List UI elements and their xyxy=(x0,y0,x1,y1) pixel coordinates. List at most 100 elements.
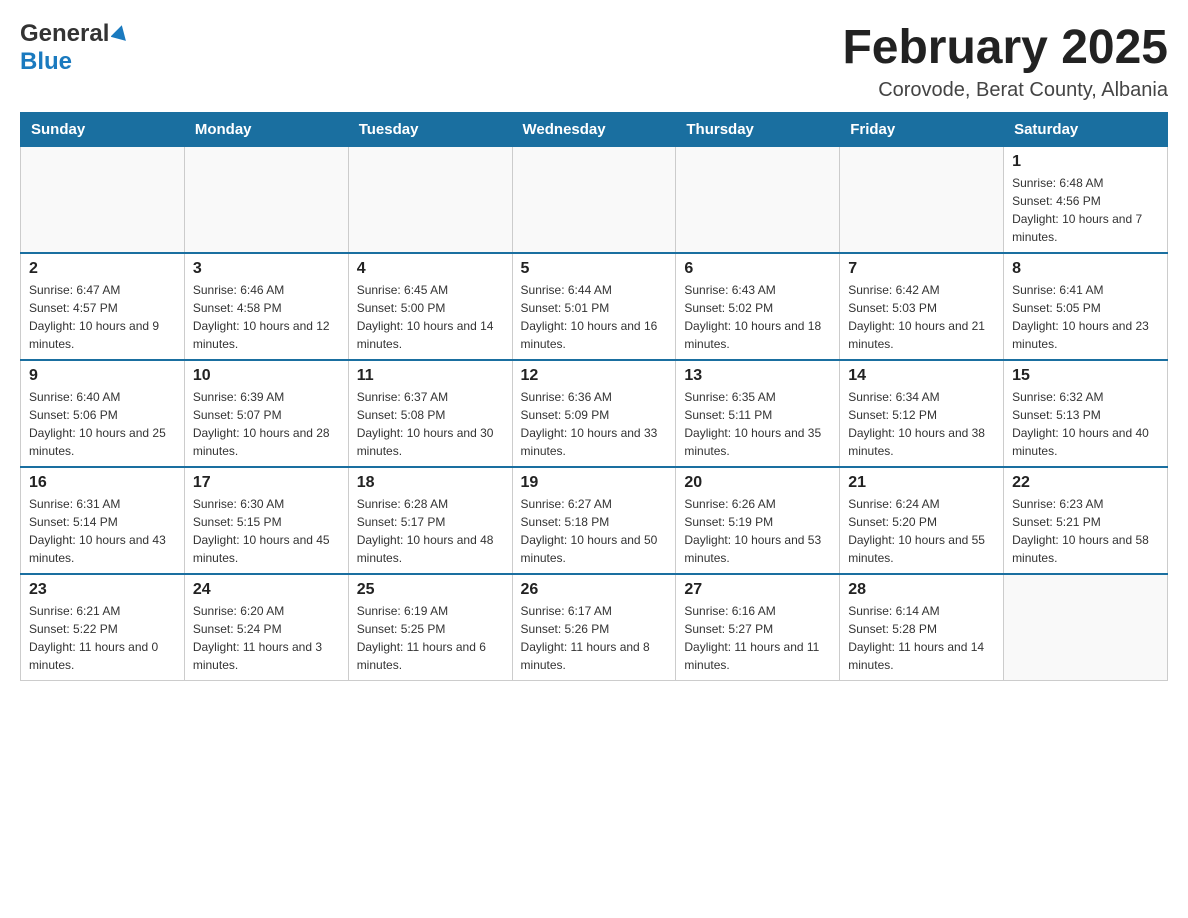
day-cell-w0-d5 xyxy=(840,147,1004,254)
day-number: 18 xyxy=(357,474,504,492)
week-row-5: 23 Sunrise: 6:21 AMSunset: 5:22 PMDayligh… xyxy=(21,574,1168,681)
day-info: Sunrise: 6:19 AMSunset: 5:25 PMDaylight:… xyxy=(357,602,504,674)
page-header: General Blue February 2025 Corovode, Ber… xyxy=(20,20,1168,102)
day-info: Sunrise: 6:47 AMSunset: 4:57 PMDaylight:… xyxy=(29,281,176,353)
day-number: 14 xyxy=(848,367,995,385)
day-cell-w0-d6: 1Sunrise: 6:48 AMSunset: 4:56 PMDaylight… xyxy=(1004,147,1168,254)
day-cell-w2-d4: 13 Sunrise: 6:35 AMSunset: 5:11 PMDayligh… xyxy=(676,360,840,467)
day-number: 21 xyxy=(848,474,995,492)
day-info: Sunrise: 6:36 AMSunset: 5:09 PMDaylight:… xyxy=(521,388,668,460)
day-cell-w3-d0: 16 Sunrise: 6:31 AMSunset: 5:14 PMDayligh… xyxy=(21,467,185,574)
day-cell-w2-d0: 9 Sunrise: 6:40 AMSunset: 5:06 PMDaylight… xyxy=(21,360,185,467)
title-section: February 2025 Corovode, Berat County, Al… xyxy=(842,20,1168,102)
day-cell-w1-d5: 7 Sunrise: 6:42 AMSunset: 5:03 PMDaylight… xyxy=(840,253,1004,360)
day-info: Sunrise: 6:43 AMSunset: 5:02 PMDaylight:… xyxy=(684,281,831,353)
day-info: Sunrise: 6:26 AMSunset: 5:19 PMDaylight:… xyxy=(684,495,831,567)
day-info: Sunrise: 6:31 AMSunset: 5:14 PMDaylight:… xyxy=(29,495,176,567)
header-wednesday: Wednesday xyxy=(512,113,676,147)
day-cell-w1-d2: 4 Sunrise: 6:45 AMSunset: 5:00 PMDaylight… xyxy=(348,253,512,360)
day-number: 6 xyxy=(684,260,831,278)
day-number: 27 xyxy=(684,581,831,599)
logo: General Blue xyxy=(20,20,129,76)
day-info: Sunrise: 6:23 AMSunset: 5:21 PMDaylight:… xyxy=(1012,495,1159,567)
day-cell-w3-d3: 19 Sunrise: 6:27 AMSunset: 5:18 PMDayligh… xyxy=(512,467,676,574)
header-thursday: Thursday xyxy=(676,113,840,147)
logo-blue-text: Blue xyxy=(20,48,72,75)
day-number: 8 xyxy=(1012,260,1159,278)
day-cell-w3-d2: 18 Sunrise: 6:28 AMSunset: 5:17 PMDayligh… xyxy=(348,467,512,574)
day-info: Sunrise: 6:20 AMSunset: 5:24 PMDaylight:… xyxy=(193,602,340,674)
day-info: Sunrise: 6:41 AMSunset: 5:05 PMDaylight:… xyxy=(1012,281,1159,353)
day-number: 12 xyxy=(521,367,668,385)
day-cell-w4-d2: 25Sunrise: 6:19 AMSunset: 5:25 PMDayligh… xyxy=(348,574,512,681)
week-row-3: 9 Sunrise: 6:40 AMSunset: 5:06 PMDaylight… xyxy=(21,360,1168,467)
day-cell-w0-d2 xyxy=(348,147,512,254)
day-info: Sunrise: 6:46 AMSunset: 4:58 PMDaylight:… xyxy=(193,281,340,353)
day-cell-w3-d1: 17 Sunrise: 6:30 AMSunset: 5:15 PMDayligh… xyxy=(184,467,348,574)
day-number: 15 xyxy=(1012,367,1159,385)
day-number: 7 xyxy=(848,260,995,278)
header-monday: Monday xyxy=(184,113,348,147)
day-cell-w3-d6: 22 Sunrise: 6:23 AMSunset: 5:21 PMDayligh… xyxy=(1004,467,1168,574)
week-row-4: 16 Sunrise: 6:31 AMSunset: 5:14 PMDayligh… xyxy=(21,467,1168,574)
day-cell-w1-d6: 8 Sunrise: 6:41 AMSunset: 5:05 PMDaylight… xyxy=(1004,253,1168,360)
day-cell-w2-d2: 11Sunrise: 6:37 AMSunset: 5:08 PMDayligh… xyxy=(348,360,512,467)
calendar-table: SundayMondayTuesdayWednesdayThursdayFrid… xyxy=(20,112,1168,681)
day-info: Sunrise: 6:42 AMSunset: 5:03 PMDaylight:… xyxy=(848,281,995,353)
day-number: 23 xyxy=(29,581,176,599)
header-tuesday: Tuesday xyxy=(348,113,512,147)
day-cell-w3-d4: 20 Sunrise: 6:26 AMSunset: 5:19 PMDayligh… xyxy=(676,467,840,574)
day-info: Sunrise: 6:27 AMSunset: 5:18 PMDaylight:… xyxy=(521,495,668,567)
day-number: 3 xyxy=(193,260,340,278)
day-number: 1 xyxy=(1012,153,1159,171)
day-number: 17 xyxy=(193,474,340,492)
day-info: Sunrise: 6:40 AMSunset: 5:06 PMDaylight:… xyxy=(29,388,176,460)
weekday-header-row: SundayMondayTuesdayWednesdayThursdayFrid… xyxy=(21,113,1168,147)
day-info: Sunrise: 6:35 AMSunset: 5:11 PMDaylight:… xyxy=(684,388,831,460)
day-cell-w2-d6: 15 Sunrise: 6:32 AMSunset: 5:13 PMDayligh… xyxy=(1004,360,1168,467)
day-info: Sunrise: 6:30 AMSunset: 5:15 PMDaylight:… xyxy=(193,495,340,567)
day-number: 2 xyxy=(29,260,176,278)
day-info: Sunrise: 6:24 AMSunset: 5:20 PMDaylight:… xyxy=(848,495,995,567)
day-cell-w4-d6 xyxy=(1004,574,1168,681)
day-cell-w2-d3: 12 Sunrise: 6:36 AMSunset: 5:09 PMDayligh… xyxy=(512,360,676,467)
header-saturday: Saturday xyxy=(1004,113,1168,147)
day-info: Sunrise: 6:34 AMSunset: 5:12 PMDaylight:… xyxy=(848,388,995,460)
day-number: 9 xyxy=(29,367,176,385)
week-row-1: 1Sunrise: 6:48 AMSunset: 4:56 PMDaylight… xyxy=(21,147,1168,254)
day-cell-w1-d0: 2 Sunrise: 6:47 AMSunset: 4:57 PMDaylight… xyxy=(21,253,185,360)
day-cell-w0-d0 xyxy=(21,147,185,254)
day-cell-w2-d5: 14 Sunrise: 6:34 AMSunset: 5:12 PMDayligh… xyxy=(840,360,1004,467)
header-friday: Friday xyxy=(840,113,1004,147)
day-number: 22 xyxy=(1012,474,1159,492)
day-number: 20 xyxy=(684,474,831,492)
day-number: 16 xyxy=(29,474,176,492)
day-info: Sunrise: 6:14 AMSunset: 5:28 PMDaylight:… xyxy=(848,602,995,674)
day-info: Sunrise: 6:32 AMSunset: 5:13 PMDaylight:… xyxy=(1012,388,1159,460)
day-number: 24 xyxy=(193,581,340,599)
day-cell-w0-d3 xyxy=(512,147,676,254)
day-cell-w4-d4: 27 Sunrise: 6:16 AMSunset: 5:27 PMDayligh… xyxy=(676,574,840,681)
day-number: 13 xyxy=(684,367,831,385)
day-number: 4 xyxy=(357,260,504,278)
day-number: 26 xyxy=(521,581,668,599)
day-info: Sunrise: 6:44 AMSunset: 5:01 PMDaylight:… xyxy=(521,281,668,353)
day-number: 28 xyxy=(848,581,995,599)
day-info: Sunrise: 6:21 AMSunset: 5:22 PMDaylight:… xyxy=(29,602,176,674)
day-info: Sunrise: 6:28 AMSunset: 5:17 PMDaylight:… xyxy=(357,495,504,567)
day-cell-w4-d0: 23 Sunrise: 6:21 AMSunset: 5:22 PMDayligh… xyxy=(21,574,185,681)
day-number: 5 xyxy=(521,260,668,278)
month-title: February 2025 xyxy=(842,20,1168,75)
day-number: 19 xyxy=(521,474,668,492)
day-cell-w1-d1: 3 Sunrise: 6:46 AMSunset: 4:58 PMDaylight… xyxy=(184,253,348,360)
header-sunday: Sunday xyxy=(21,113,185,147)
week-row-2: 2 Sunrise: 6:47 AMSunset: 4:57 PMDaylight… xyxy=(21,253,1168,360)
day-number: 10 xyxy=(193,367,340,385)
logo-triangle-icon xyxy=(111,23,129,46)
day-number: 11 xyxy=(357,367,504,385)
day-cell-w1-d3: 5 Sunrise: 6:44 AMSunset: 5:01 PMDaylight… xyxy=(512,253,676,360)
day-cell-w4-d5: 28 Sunrise: 6:14 AMSunset: 5:28 PMDayligh… xyxy=(840,574,1004,681)
day-info: Sunrise: 6:16 AMSunset: 5:27 PMDaylight:… xyxy=(684,602,831,674)
day-cell-w1-d4: 6 Sunrise: 6:43 AMSunset: 5:02 PMDaylight… xyxy=(676,253,840,360)
day-info: Sunrise: 6:45 AMSunset: 5:00 PMDaylight:… xyxy=(357,281,504,353)
